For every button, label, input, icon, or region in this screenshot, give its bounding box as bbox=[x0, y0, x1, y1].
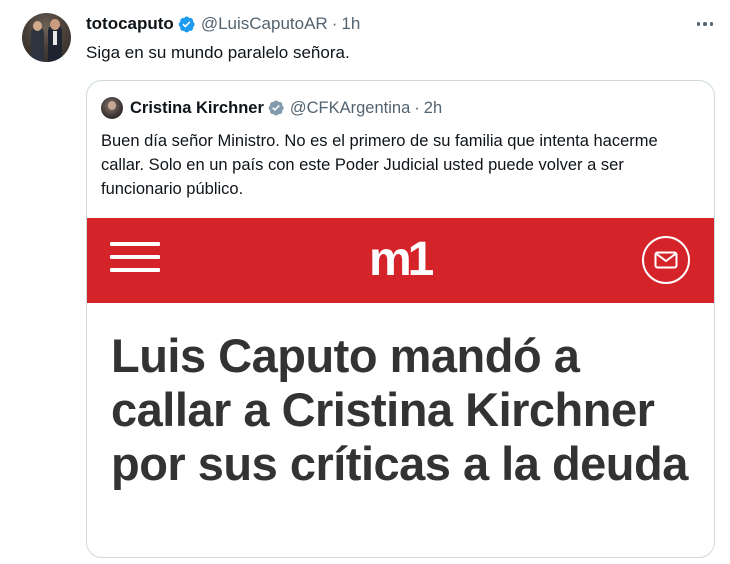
hamburger-menu-icon bbox=[110, 242, 160, 272]
mail-icon bbox=[642, 236, 690, 284]
quoted-tweet-header: Cristina Kirchner @CFKArgentina · 2h bbox=[101, 97, 442, 119]
media-site-banner: m1 bbox=[87, 218, 714, 303]
quoted-author-handle[interactable]: @CFKArgentina bbox=[290, 99, 410, 118]
quoted-author-name[interactable]: Cristina Kirchner bbox=[130, 99, 264, 118]
tweet-header: totocaputo @LuisCaputoAR · 1h bbox=[86, 14, 360, 34]
quoted-tweet[interactable]: Cristina Kirchner @CFKArgentina · 2h Bue… bbox=[86, 80, 715, 558]
tweet[interactable]: totocaputo @LuisCaputoAR · 1h Siga en su… bbox=[0, 0, 730, 564]
quoted-tweet-timestamp[interactable]: 2h bbox=[424, 99, 442, 118]
more-options-icon[interactable] bbox=[693, 14, 717, 34]
separator-dot: · bbox=[414, 98, 420, 117]
author-avatar[interactable] bbox=[22, 13, 71, 62]
verified-badge-icon bbox=[178, 16, 195, 32]
author-handle[interactable]: @LuisCaputoAR bbox=[201, 14, 328, 34]
site-logo: m1 bbox=[369, 233, 434, 286]
quoted-tweet-text: Buen día señor Ministro. No es el primer… bbox=[101, 132, 658, 198]
author-name[interactable]: totocaputo bbox=[86, 14, 174, 34]
verified-badge-icon bbox=[268, 100, 284, 116]
quoted-author-avatar[interactable] bbox=[101, 97, 123, 119]
tweet-text: Siga en su mundo paralelo señora. bbox=[86, 43, 350, 62]
separator-dot: · bbox=[331, 14, 338, 33]
media-headline: Luis Caputo mandó a callar a Cristina Ki… bbox=[111, 329, 688, 490]
tweet-timestamp[interactable]: 1h bbox=[341, 14, 360, 34]
